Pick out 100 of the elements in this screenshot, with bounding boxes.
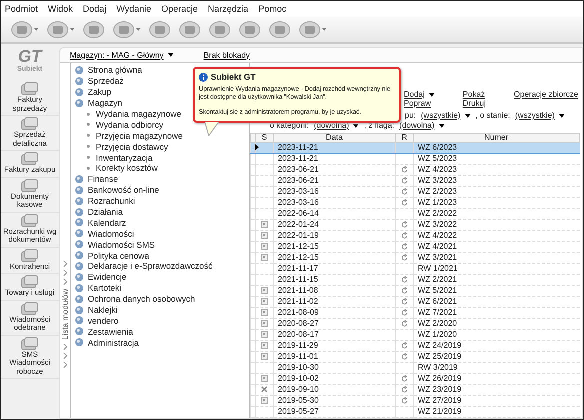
toolbar-button[interactable] bbox=[267, 18, 293, 40]
disc-icon bbox=[75, 316, 84, 326]
table-cell: WZ 3/2021 bbox=[414, 252, 580, 264]
tree-item[interactable]: Inwentaryzacja bbox=[71, 152, 249, 164]
tree-item[interactable]: Wiadomości SMS bbox=[71, 239, 249, 250]
action-link[interactable]: Operacje zbiorcze bbox=[514, 90, 583, 99]
tree-item[interactable]: Polityka cenowa bbox=[71, 250, 249, 262]
disc-icon bbox=[75, 294, 84, 304]
warehouse-dropdown[interactable]: Magazyn: - MAG - Główny bbox=[70, 50, 174, 60]
modules-strip-label[interactable]: Lista modułów bbox=[60, 288, 70, 340]
table-row[interactable]: 2023-06-21 WZ 3/2023 bbox=[250, 176, 580, 186]
table-row[interactable]: 2023-06-21 WZ 4/2023 bbox=[250, 164, 580, 176]
table-cell: 2023-06-21 bbox=[274, 164, 396, 176]
action-link[interactable]: Drukuj bbox=[462, 99, 486, 108]
tree-item[interactable]: Wydania odbiorcy bbox=[71, 119, 249, 130]
table-row[interactable]: 2019-11-01 WZ 25/2019 bbox=[250, 352, 580, 362]
lock-link[interactable]: Brak blokady bbox=[204, 50, 250, 60]
toolbar-button[interactable] bbox=[45, 18, 77, 40]
filter-label: pu: bbox=[405, 111, 416, 120]
tree-item[interactable]: Przyjęcia dostawcy bbox=[71, 141, 249, 152]
table-row[interactable]: 2022-01-24 WZ 3/2022 bbox=[250, 220, 580, 230]
table-row[interactable]: 2019-05-27 WZ 21/2019 bbox=[250, 406, 580, 418]
table-cell: 2019-11-29 bbox=[274, 340, 396, 352]
table-cell: 2019-05-27 bbox=[274, 406, 396, 418]
table-row[interactable]: 2019-11-29 WZ 24/2019 bbox=[250, 340, 580, 352]
table-row[interactable]: 2020-08-27 WZ 2/2020 bbox=[250, 318, 580, 330]
table-row[interactable]: 2021-11-17 RW 1/2021 bbox=[250, 264, 580, 274]
menu-item[interactable]: Podmiot bbox=[5, 4, 38, 14]
tree-item[interactable]: Ochrona danych osobowych bbox=[71, 294, 249, 305]
bullet-icon bbox=[87, 112, 90, 116]
table-row[interactable]: 2019-05-30 WZ 27/2019 bbox=[250, 396, 580, 406]
disc-icon bbox=[75, 338, 84, 348]
tree-item[interactable]: Deklaracje i e-Sprawozdawczość bbox=[71, 261, 249, 272]
toolbar-button[interactable] bbox=[147, 18, 173, 40]
toolbar-button[interactable] bbox=[81, 18, 107, 40]
tree-item[interactable]: Kalendarz bbox=[71, 217, 249, 228]
table-row[interactable]: 2023-03-16 WZ 1/2023 bbox=[250, 198, 580, 208]
toolbar-button[interactable] bbox=[9, 18, 41, 40]
table-row[interactable]: 2019-10-30 RW 3/2019 bbox=[250, 362, 580, 374]
menu-item[interactable]: Wydanie bbox=[116, 4, 152, 14]
toolbar-button[interactable] bbox=[297, 18, 329, 40]
table-cell: 2023-03-16 bbox=[274, 186, 396, 198]
disc-icon bbox=[75, 262, 84, 271]
menu-item[interactable]: Dodaj bbox=[83, 4, 107, 14]
tree-item[interactable]: Administracja bbox=[71, 337, 249, 348]
table-cell: 2021-11-08 bbox=[274, 286, 396, 296]
toolbar-button[interactable] bbox=[111, 18, 143, 40]
table-row[interactable]: 2022-06-14 WZ 2/2022 bbox=[250, 208, 580, 220]
table-row[interactable]: 2022-01-19 WZ 4/2022 bbox=[250, 230, 580, 242]
table-row[interactable]: 2023-11-21 WZ 6/2023 bbox=[250, 142, 580, 154]
table-row[interactable]: 2019-09-10 WZ 23/2019 bbox=[250, 384, 580, 396]
table-row[interactable]: 2021-08-09 WZ 7/2021 bbox=[250, 308, 580, 318]
filter-dropdown[interactable]: (wszystkie) bbox=[515, 111, 565, 120]
table-row[interactable]: 2023-11-21 WZ 5/2023 bbox=[250, 154, 580, 164]
table-cell: 2020-08-17 bbox=[274, 330, 396, 340]
table-cell: 2021-12-15 bbox=[274, 242, 396, 252]
table-row[interactable]: 2021-12-15 WZ 3/2021 bbox=[250, 252, 580, 264]
bullet-icon bbox=[87, 145, 90, 148]
action-link[interactable]: Pokaż bbox=[462, 90, 486, 99]
table-cell: 2021-11-15 bbox=[274, 274, 396, 286]
menu-item[interactable]: Narzędzia bbox=[208, 4, 249, 14]
tree-item[interactable]: Korekty kosztów bbox=[71, 163, 249, 174]
tree-item[interactable]: Przyjęcia magazynowe bbox=[71, 130, 249, 142]
toolbar-button[interactable] bbox=[207, 18, 233, 40]
table-row[interactable]: 2019-10-02 WZ 26/2019 bbox=[250, 374, 580, 384]
table-row[interactable]: 2021-11-02 WZ 6/2021 bbox=[250, 296, 580, 308]
table-row[interactable]: 2020-08-17 WZ 1/2020 bbox=[250, 330, 580, 340]
toolbar-button[interactable] bbox=[237, 18, 263, 40]
tree-item[interactable]: Bankowość on-line bbox=[71, 184, 249, 196]
column-header[interactable]: Data bbox=[274, 134, 396, 142]
table-cell: WZ 2/2021 bbox=[414, 274, 580, 286]
filter-dropdown[interactable]: (dowolna) bbox=[400, 121, 445, 130]
column-header[interactable]: R bbox=[396, 134, 414, 142]
table-cell: RW 1/2021 bbox=[414, 264, 580, 274]
table-row[interactable]: 2023-03-16 WZ 2/2023 bbox=[250, 186, 580, 198]
toolbar-button[interactable] bbox=[177, 18, 203, 40]
menu-item[interactable]: Widok bbox=[48, 4, 74, 14]
column-header[interactable]: S bbox=[256, 134, 274, 142]
tree-item[interactable]: Zestawienia bbox=[71, 326, 249, 338]
tree-item[interactable]: vendero bbox=[71, 315, 249, 326]
table-row[interactable]: 2021-11-15 WZ 2/2021 bbox=[250, 274, 580, 286]
table-cell: WZ 25/2019 bbox=[414, 352, 580, 362]
tree-item[interactable]: Rozrachunki bbox=[71, 196, 249, 207]
table-row[interactable]: 2021-11-08 WZ 5/2021 bbox=[250, 286, 580, 296]
tree-item[interactable]: Kartoteki bbox=[71, 282, 249, 294]
filter-dropdown[interactable]: (dowolna) bbox=[314, 121, 360, 130]
column-header[interactable]: Numer bbox=[414, 134, 580, 142]
table-row[interactable]: 2021-12-15 WZ 4/2021 bbox=[250, 242, 580, 252]
tree-item[interactable]: Działania bbox=[71, 206, 249, 218]
disc-icon bbox=[75, 327, 84, 336]
tree-item[interactable]: Finanse bbox=[71, 174, 249, 185]
tree-item[interactable]: Wiadomości bbox=[71, 228, 249, 240]
filter-dropdown[interactable]: (wszystkie) bbox=[421, 111, 471, 120]
menu-item[interactable]: Operacje bbox=[162, 4, 198, 14]
menu-item[interactable]: Pomoc bbox=[258, 4, 287, 14]
table-cell: 2021-08-09 bbox=[274, 308, 396, 318]
action-link[interactable]: Popraw bbox=[404, 99, 435, 108]
tree-item[interactable]: Naklejki bbox=[71, 304, 249, 316]
tree-item[interactable]: Ewidencje bbox=[71, 272, 249, 283]
action-link[interactable]: Dodaj bbox=[404, 90, 435, 99]
